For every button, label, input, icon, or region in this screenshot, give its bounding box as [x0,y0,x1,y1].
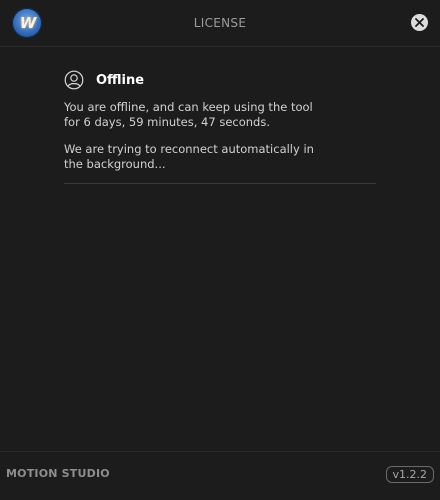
version-badge: v1.2.2 [385,466,434,483]
close-icon [415,18,424,27]
status-title: Offline [96,72,145,88]
license-status-panel: Offline You are offline, and can keep us… [64,68,376,184]
brand-label: MOTION STUDIO [6,467,110,480]
user-icon [64,70,84,90]
offline-message: You are offline, and can keep using the … [64,100,313,129]
window-title: LICENSE [193,16,247,30]
license-window: W LICENSE Offline You are offline, and c… [0,0,440,500]
close-button[interactable] [411,14,428,31]
divider [64,183,376,184]
footer-bar: MOTION STUDIO v1.2.2 [0,451,440,500]
reconnect-message: We are trying to reconnect automatically… [64,142,314,171]
status-row: Offline [64,68,376,92]
header-bar: W LICENSE [0,0,440,47]
